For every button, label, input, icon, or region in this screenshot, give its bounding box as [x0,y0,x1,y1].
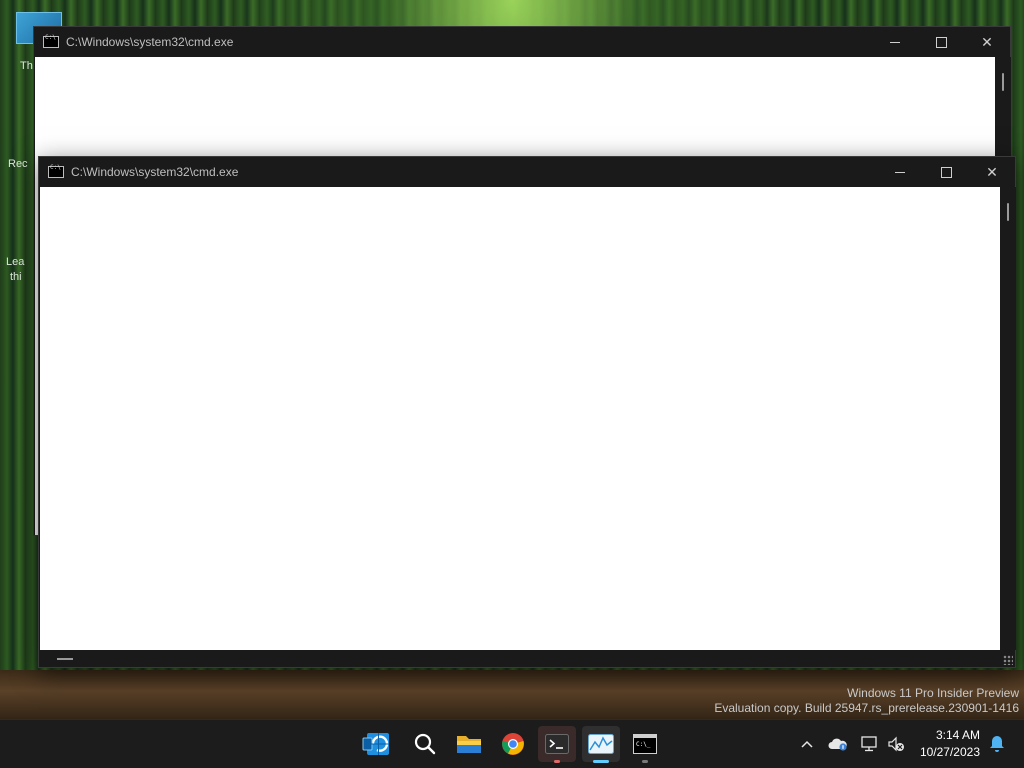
file-explorer-icon [457,736,481,753]
close-button[interactable]: ✕ [964,27,1010,57]
desktop-text-fragment: Th [20,60,33,72]
notification-bell-icon [990,736,1004,752]
minimize-button[interactable] [877,157,923,187]
notifications-button[interactable] [985,720,1009,768]
maximize-icon [940,166,952,178]
taskbar: C:\_ 3:14 AM 10/27/2023 [0,719,1024,768]
running-indicator [642,760,648,763]
show-hidden-icons-button[interactable] [796,720,818,768]
svg-text:C:\_: C:\_ [636,741,651,748]
cmd-window-front[interactable]: C:\Windows\system32\cmd.exe ✕ [38,156,1016,668]
desktop-text-fragment: thi [10,271,22,283]
minimize-button[interactable] [872,27,918,57]
window-title: C:\Windows\system32\cmd.exe [71,165,239,179]
running-indicator [554,760,560,763]
search-button[interactable] [406,726,444,762]
desktop-text-fragment: Rec [8,158,28,170]
network-icon [861,736,877,752]
system-clock[interactable]: 3:14 AM 10/27/2023 [920,727,980,761]
close-icon: ✕ [981,33,993,50]
window-title: C:\Windows\system32\cmd.exe [66,35,234,49]
active-indicator [593,760,609,763]
terminal-button[interactable] [538,726,576,763]
volume-tray-button[interactable] [884,720,908,768]
volume-muted-icon [888,736,904,752]
search-icon [414,733,436,755]
scrollbar-thumb[interactable] [1002,73,1004,91]
cmd-app-icon [48,164,64,178]
maximize-button[interactable] [923,157,969,187]
close-button[interactable]: ✕ [969,157,1015,187]
watermark-line-2: Evaluation copy. Build 25947.rs_prerelea… [714,701,1019,715]
resize-grip-icon[interactable] [1003,655,1013,665]
cmd-app-icon [43,34,59,48]
title-bar[interactable]: C:\Windows\system32\cmd.exe [39,157,1015,187]
network-tray-button[interactable] [858,720,882,768]
file-explorer-button[interactable] [450,726,488,762]
close-icon: ✕ [986,163,998,180]
clock-date: 10/27/2023 [919,745,980,759]
task-manager-button[interactable] [582,726,620,763]
start-icon [362,733,389,755]
maximize-button[interactable] [918,27,964,57]
watermark-line-1: Windows 11 Pro Insider Preview [847,686,1019,700]
minimize-icon [895,171,905,173]
desktop-text-fragment: Lea [6,256,25,268]
cmd-button[interactable]: C:\_ [626,726,664,763]
scrollbar-thumb[interactable] [1007,203,1009,221]
terminal-icon [545,734,569,754]
console-area[interactable] [40,187,1000,650]
maximize-icon [935,36,947,48]
clock-time: 3:14 AM [935,728,980,742]
task-manager-icon [588,734,614,754]
caption-buttons: ✕ [872,27,1010,57]
start-button[interactable] [358,726,396,762]
vertical-scrollbar[interactable] [1000,187,1016,650]
title-bar[interactable]: C:\Windows\system32\cmd.exe [34,27,1010,57]
horizontal-scrollbar-thumb[interactable] [57,658,73,660]
minimize-icon [890,41,900,43]
cloud-sync-icon [828,738,847,751]
caption-buttons: ✕ [877,157,1015,187]
chrome-button[interactable] [494,726,532,762]
chevron-up-icon [801,740,813,748]
onedrive-tray-button[interactable] [826,720,850,768]
cmd-icon: C:\_ [633,734,657,754]
chrome-icon [502,733,524,755]
